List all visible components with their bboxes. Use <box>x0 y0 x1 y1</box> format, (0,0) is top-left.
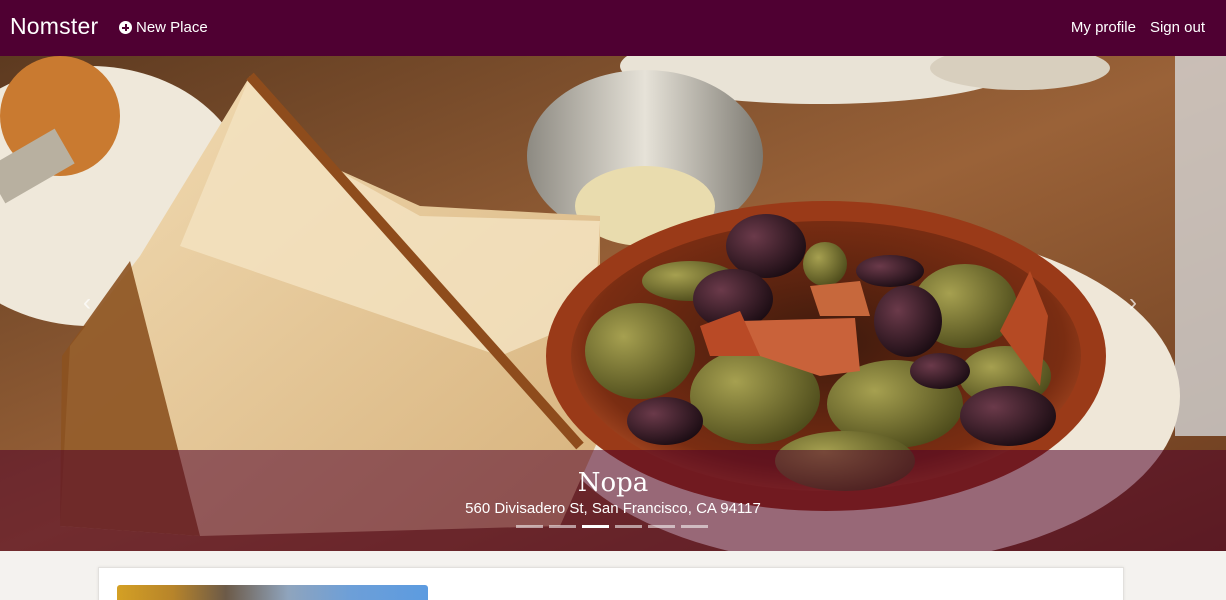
carousel-indicator[interactable] <box>549 525 576 528</box>
place-photo-thumbnail[interactable] <box>117 585 428 600</box>
plus-circle-icon <box>119 21 132 34</box>
hero-carousel: ‹ › Nopa 560 Divisadero St, San Francisc… <box>0 56 1226 551</box>
sign-out-link[interactable]: Sign out <box>1150 19 1205 36</box>
carousel-indicator[interactable] <box>615 525 642 528</box>
new-place-label: New Place <box>136 19 208 36</box>
place-list-card <box>98 567 1124 600</box>
chevron-left-icon: ‹ <box>83 289 91 316</box>
carousel-next-button[interactable]: › <box>1122 288 1144 318</box>
brand-logo[interactable]: Nomster <box>10 13 98 40</box>
carousel-indicator[interactable] <box>681 525 708 528</box>
carousel-indicator[interactable] <box>516 525 543 528</box>
carousel-indicator[interactable] <box>648 525 675 528</box>
my-profile-link[interactable]: My profile <box>1071 19 1136 36</box>
place-address: 560 Divisadero St, San Francisco, CA 941… <box>465 500 761 517</box>
carousel-indicator[interactable] <box>582 525 609 528</box>
chevron-right-icon: › <box>1129 289 1137 316</box>
new-place-link[interactable]: New Place <box>119 19 208 36</box>
top-navbar: Nomster New Place My profile Sign out <box>0 0 1226 56</box>
carousel-prev-button[interactable]: ‹ <box>76 288 98 318</box>
carousel-indicators <box>516 525 708 528</box>
nav-right-links: My profile Sign out <box>1071 19 1205 36</box>
place-name[interactable]: Nopa <box>0 468 1226 498</box>
